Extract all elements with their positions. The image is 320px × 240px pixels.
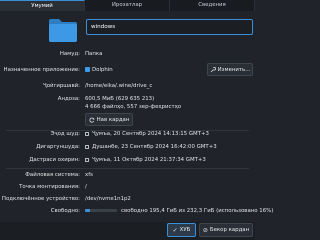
cancel-label: Бекор кардан bbox=[209, 227, 250, 233]
calendar-icon bbox=[85, 157, 89, 162]
calendar-icon bbox=[85, 131, 89, 136]
location-value[interactable]: /home/eika/.wine/drive_c bbox=[85, 83, 152, 89]
device-value: /dev/nvme1n1p2 bbox=[85, 196, 131, 202]
modified-text: Душанбе, 23 Сентябр 2024 16:42:00 GMT+3 bbox=[92, 144, 217, 150]
device-label: Подключённое устройство: bbox=[1, 196, 80, 202]
refresh-size-label: Нав кардан bbox=[96, 116, 130, 123]
free-label: Свободно: bbox=[50, 208, 80, 214]
modified-label: Дигаргуншуда: bbox=[36, 144, 80, 150]
change-app-label: Изменить... bbox=[217, 66, 251, 73]
accessed-value: Ҷумъа, 11 Октябр 2024 21:37:34 GMT+3 bbox=[85, 157, 206, 163]
ok-label: ХУБ bbox=[179, 227, 191, 233]
size-label: Андоза: bbox=[57, 96, 80, 102]
refresh-icon bbox=[89, 117, 94, 123]
divider bbox=[6, 168, 249, 169]
folder-icon[interactable] bbox=[48, 17, 78, 43]
tab-bar: Умумий Ирозатлар Сведения bbox=[0, 0, 255, 11]
tab-details[interactable]: Сведения bbox=[170, 0, 255, 11]
created-text: Ҷумъа, 20 Сентябр 2024 14:13:15 GMT+3 bbox=[92, 131, 209, 137]
location-label: Ҷойгиршавӣ: bbox=[43, 83, 80, 89]
refresh-size-button[interactable]: Нав кардан bbox=[85, 113, 133, 126]
fs-value: xfs bbox=[85, 172, 93, 178]
created-label: Эҷод шуд: bbox=[50, 131, 80, 137]
size-value: 600,5 МиБ (629 635 213) bbox=[85, 96, 155, 102]
tab-general[interactable]: Умумий bbox=[0, 0, 85, 11]
fs-label: Файловая система: bbox=[25, 172, 80, 178]
tab-permissions[interactable]: Ирозатлар bbox=[85, 0, 170, 11]
disk-usage-bar bbox=[85, 209, 117, 212]
name-input[interactable] bbox=[86, 19, 253, 35]
created-value: Ҷумъа, 20 Сентябр 2024 14:13:15 GMT+3 bbox=[85, 131, 209, 137]
ok-button[interactable]: ✓ ХУБ bbox=[167, 223, 196, 237]
check-icon: ✓ bbox=[172, 226, 178, 234]
disk-usage-fill bbox=[85, 209, 91, 212]
accessed-label: Дастраси охирин: bbox=[29, 157, 80, 163]
size-counts: 4 666 файлҳо, 557 зер-феҳристҳо bbox=[85, 104, 182, 110]
mount-label: Точка монтирования: bbox=[19, 184, 80, 190]
app-label: Назначенное приложение: bbox=[3, 67, 80, 73]
mount-value: / bbox=[85, 184, 87, 190]
app-name: Dolphin bbox=[92, 67, 113, 73]
dolphin-icon bbox=[85, 67, 90, 72]
type-label: Намуд: bbox=[59, 51, 80, 57]
type-value: Папка bbox=[85, 51, 103, 57]
accessed-text: Ҷумъа, 11 Октябр 2024 21:37:34 GMT+3 bbox=[92, 157, 206, 163]
wrench-icon bbox=[210, 66, 216, 72]
cancel-icon: ⊘ bbox=[202, 226, 208, 234]
app-value: Dolphin bbox=[85, 67, 113, 73]
free-value: свободно 195,4 ГиБ из 232,3 ГиБ (использ… bbox=[121, 208, 274, 214]
calendar-icon bbox=[85, 144, 89, 149]
modified-value: Душанбе, 23 Сентябр 2024 16:42:00 GMT+3 bbox=[85, 144, 217, 150]
change-app-button[interactable]: Изменить... bbox=[207, 63, 253, 76]
cancel-button[interactable]: ⊘ Бекор кардан bbox=[199, 223, 253, 237]
